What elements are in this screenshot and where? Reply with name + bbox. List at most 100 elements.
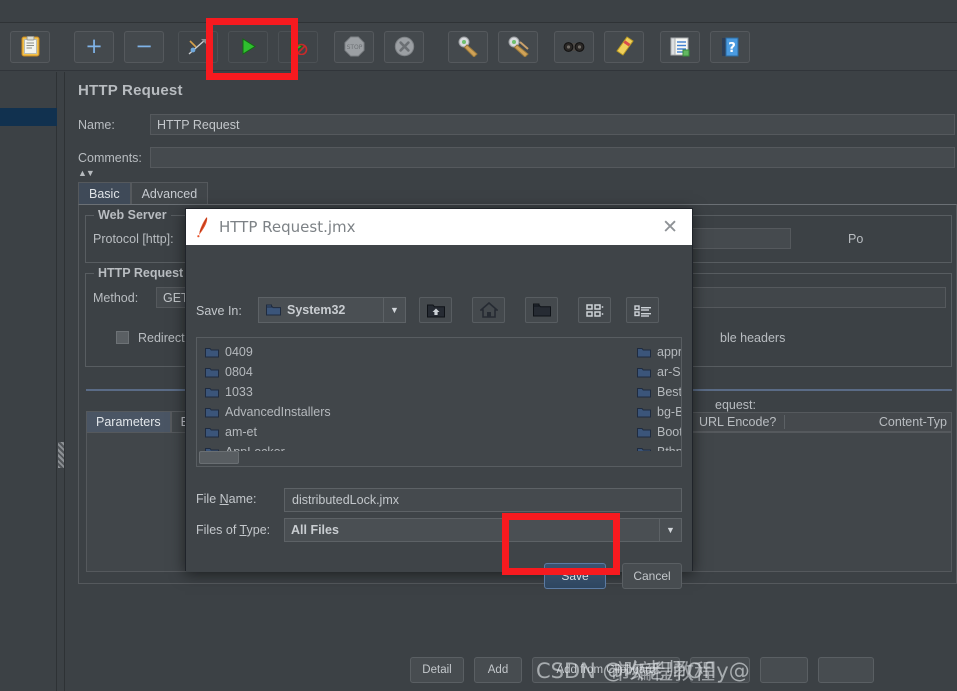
svg-text:?: ? — [728, 41, 736, 56]
splitter-handle[interactable] — [58, 442, 64, 468]
file-name: Best — [657, 385, 682, 399]
down-button[interactable] — [818, 657, 874, 683]
method-label: Method: — [93, 291, 139, 305]
send-parameters-label: equest: — [715, 398, 757, 412]
comments-input[interactable] — [150, 147, 955, 168]
file-column-2: appr ar-S Best bg-B Boot — [633, 342, 682, 462]
help-icon: ? — [722, 37, 739, 56]
help-button[interactable]: ? — [710, 30, 750, 63]
menu-bar[interactable] — [0, 0, 957, 23]
list-item[interactable]: 0804 — [201, 362, 331, 382]
tab-advanced[interactable]: Advanced — [130, 182, 209, 204]
file-browser-list[interactable]: 0409 0804 1033 AdvancedInstallers am-et … — [196, 337, 682, 467]
details-view-button[interactable] — [626, 297, 659, 323]
toggle-button[interactable] — [178, 30, 218, 63]
dialog-body: Save In: System32 ▼ 0409 0804 1033 Advan… — [186, 245, 692, 589]
clear-button[interactable] — [448, 30, 488, 63]
file-name: 0409 — [225, 345, 253, 359]
save-in-value: System32 — [287, 303, 346, 317]
files-of-type-label: Files of Type: — [196, 523, 271, 537]
file-name-input[interactable]: distributedLock.jmx — [284, 488, 682, 512]
stop-icon: STOP — [344, 36, 364, 57]
list-item[interactable]: appr — [633, 342, 681, 362]
protocol-label: Protocol [http]: — [93, 232, 174, 246]
start-no-pauses-button[interactable] — [278, 30, 318, 63]
redirect-automatically-checkbox[interactable] — [116, 331, 129, 344]
comments-row: Comments: — [78, 147, 957, 168]
jmeter-window: + − STOP ? HTTP Request Name: HTTP Reque… — [0, 0, 957, 691]
file-name: am-et — [225, 425, 257, 439]
test-plan-tree[interactable] — [0, 72, 57, 691]
list-item[interactable]: bg-B — [633, 402, 682, 422]
up-one-level-button[interactable] — [419, 297, 452, 323]
folder-icon — [205, 427, 219, 437]
file-name-label: File Name: — [196, 492, 257, 506]
save-dialog: HTTP Request.jmx ✕ Save In: System32 ▼ 0… — [185, 208, 693, 589]
save-button[interactable]: Save — [544, 563, 606, 589]
chevron-down-icon[interactable]: ▼ — [383, 298, 405, 322]
dialog-title-bar[interactable]: HTTP Request.jmx ✕ — [186, 209, 692, 245]
file-name: bg-B — [657, 405, 682, 419]
toggle-icon — [188, 38, 206, 55]
list-item[interactable]: ar-S — [633, 362, 681, 382]
file-list-hscrollbar[interactable] — [199, 451, 681, 464]
name-row: Name: HTTP Request — [78, 114, 957, 135]
stop-button[interactable]: STOP — [334, 30, 374, 63]
start-button[interactable] — [228, 30, 268, 63]
close-icon[interactable]: ✕ — [658, 218, 682, 237]
collapse-toggle-icon[interactable]: ▲▼ — [78, 168, 95, 178]
list-item[interactable]: 0409 — [201, 342, 331, 362]
delete-button[interactable] — [690, 657, 750, 683]
name-label: Name: — [78, 117, 115, 132]
new-folder-icon — [532, 303, 551, 317]
up-folder-icon — [426, 304, 445, 317]
list-view-button[interactable] — [578, 297, 611, 323]
function-helper-button[interactable] — [660, 30, 700, 63]
save-in-combobox[interactable]: System32 ▼ — [258, 297, 406, 323]
dialog-title: HTTP Request.jmx — [219, 218, 356, 236]
add-row-button[interactable]: Add — [474, 657, 522, 683]
file-name: ar-S — [657, 365, 681, 379]
comments-label: Comments: — [78, 150, 142, 165]
add-button[interactable]: + — [74, 30, 114, 63]
tree-selected-node[interactable] — [0, 108, 57, 126]
jmeter-feather-icon — [197, 217, 208, 238]
tab-basic[interactable]: Basic — [78, 182, 131, 204]
home-button[interactable] — [472, 297, 505, 323]
name-input[interactable]: HTTP Request — [150, 114, 955, 135]
web-server-group-title: Web Server — [94, 208, 171, 222]
templates-button[interactable] — [10, 30, 50, 63]
tree-splitter[interactable] — [57, 72, 65, 691]
list-item[interactable]: AdvancedInstallers — [201, 402, 331, 422]
folder-icon — [637, 427, 651, 437]
folder-icon — [637, 387, 651, 397]
list-item[interactable]: Best — [633, 382, 682, 402]
scrollbar-thumb[interactable] — [199, 451, 239, 464]
parameters-table-header: URL Encode? Content-Typ — [692, 412, 952, 432]
up-button[interactable] — [760, 657, 808, 683]
folder-icon — [637, 407, 651, 417]
content-type-column-header: Content-Typ — [878, 415, 947, 429]
reset-search-button[interactable] — [604, 30, 644, 63]
home-icon — [479, 302, 498, 318]
detail-button[interactable]: Detail — [410, 657, 464, 683]
list-item[interactable]: Boot — [633, 422, 681, 442]
clear-all-button[interactable] — [498, 30, 538, 63]
search-button[interactable] — [554, 30, 594, 63]
reset-search-icon — [616, 36, 634, 56]
shutdown-button[interactable] — [384, 30, 424, 63]
file-name: AdvancedInstallers — [225, 405, 331, 419]
folder-icon — [637, 347, 651, 357]
parameters-action-bar: Detail Add Add from Clipboard — [410, 657, 874, 683]
folder-icon — [266, 304, 281, 316]
files-of-type-combobox[interactable]: All Files ▼ — [284, 518, 682, 542]
chevron-down-icon[interactable]: ▼ — [659, 518, 681, 542]
subtab-parameters[interactable]: Parameters — [86, 411, 171, 432]
file-name: 0804 — [225, 365, 253, 379]
list-item[interactable]: 1033 — [201, 382, 331, 402]
list-item[interactable]: am-et — [201, 422, 331, 442]
cancel-button[interactable]: Cancel — [622, 563, 682, 589]
remove-button[interactable]: − — [124, 30, 164, 63]
new-folder-button[interactable] — [525, 297, 558, 323]
add-from-clipboard-button[interactable]: Add from Clipboard — [532, 657, 680, 683]
